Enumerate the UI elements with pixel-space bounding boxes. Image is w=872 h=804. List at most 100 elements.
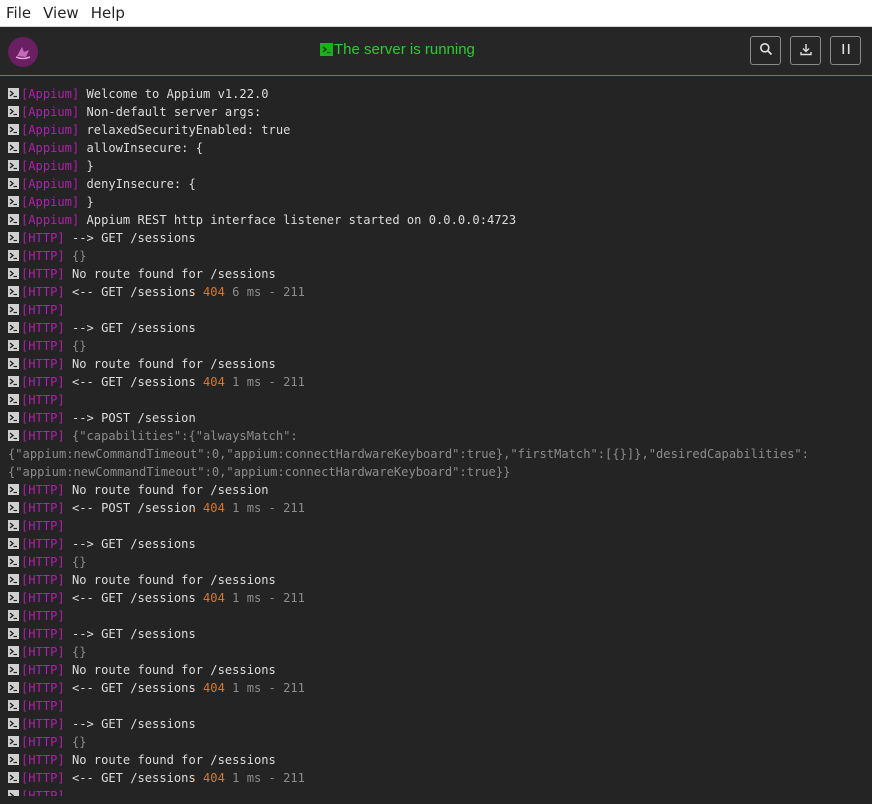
terminal-icon [8, 214, 19, 225]
log-line: [HTTP] [0, 697, 872, 715]
log-line: [HTTP] <-- GET /sessions 404 1 ms - 211 [0, 589, 872, 607]
log-tag: [HTTP] [21, 267, 65, 281]
terminal-icon [8, 610, 19, 621]
terminal-icon [8, 628, 19, 639]
menu-file[interactable]: File [0, 0, 37, 27]
terminal-icon [320, 43, 333, 56]
log-tag: [Appium] [21, 105, 80, 119]
log-message: No route found for /sessions [71, 267, 276, 281]
terminal-icon [8, 520, 19, 531]
terminal-icon [8, 538, 19, 549]
log-message: No route found for /session [71, 483, 269, 497]
log-tag: [HTTP] [21, 501, 65, 515]
log-message: --> GET /sessions [71, 231, 196, 245]
server-toolbar: The server is running [0, 27, 872, 76]
log-message: No route found for /sessions [71, 357, 276, 371]
log-message: --> GET /sessions [71, 537, 196, 551]
log-line: [HTTP] --> POST /session [0, 409, 872, 427]
search-logs-button[interactable] [750, 36, 781, 65]
terminal-icon [8, 754, 19, 765]
terminal-icon [8, 340, 19, 351]
log-line: [HTTP] [0, 517, 872, 535]
terminal-icon [8, 376, 19, 387]
server-status-text: The server is running [334, 41, 475, 58]
log-message: <-- GET /sessions [71, 285, 196, 299]
terminal-icon [8, 700, 19, 711]
log-tag: [HTTP] [21, 753, 65, 767]
log-line: [HTTP] No route found for /sessions [0, 355, 872, 373]
log-tag: [HTTP] [21, 717, 65, 731]
terminal-icon [8, 142, 19, 153]
log-message: <-- GET /sessions [71, 591, 196, 605]
http-status-code: 404 [203, 591, 225, 605]
log-tag: [HTTP] [21, 789, 65, 796]
log-line: [HTTP] <-- GET /sessions 404 1 ms - 211 [0, 679, 872, 697]
response-time: 1 ms - 211 [232, 501, 305, 515]
log-message: relaxedSecurityEnabled: true [86, 123, 291, 137]
log-message: No route found for /sessions [71, 573, 276, 587]
log-tag: [HTTP] [21, 429, 65, 443]
terminal-icon [8, 682, 19, 693]
log-message: --> GET /sessions [71, 321, 196, 335]
log-message: --> GET /sessions [71, 627, 196, 641]
log-line: [HTTP] {} [0, 553, 872, 571]
log-line: [HTTP] --> GET /sessions [0, 625, 872, 643]
menu-view[interactable]: View [37, 0, 85, 27]
log-line: [HTTP] No route found for /session [0, 481, 872, 499]
terminal-icon [8, 790, 19, 796]
log-message: No route found for /sessions [71, 753, 276, 767]
terminal-icon [8, 178, 19, 189]
log-line: [Appium] } [0, 157, 872, 175]
log-body: {"capabilities":{"alwaysMatch": [71, 429, 298, 443]
log-line: [HTTP] --> GET /sessions [0, 229, 872, 247]
pause-logs-button[interactable] [830, 36, 861, 65]
log-tag: [HTTP] [21, 771, 65, 785]
log-line: [HTTP] <-- GET /sessions 404 1 ms - 211 [0, 373, 872, 391]
http-status-code: 404 [203, 771, 225, 785]
log-tag: [HTTP] [21, 555, 65, 569]
log-tag: [HTTP] [21, 375, 65, 389]
terminal-icon [8, 232, 19, 243]
log-scrollbar[interactable] [868, 85, 872, 796]
menu-help[interactable]: Help [85, 0, 131, 27]
log-tag: [Appium] [21, 195, 80, 209]
log-line: [Appium] Non-default server args: [0, 103, 872, 121]
log-tag: [HTTP] [21, 699, 65, 713]
download-icon [799, 41, 813, 60]
terminal-icon [8, 412, 19, 423]
log-tag: [Appium] [21, 87, 80, 101]
log-message: Appium REST http interface listener star… [86, 213, 517, 227]
log-tag: [Appium] [21, 177, 80, 191]
log-tag: [HTTP] [21, 591, 65, 605]
log-line: [HTTP] {"capabilities":{"alwaysMatch": [0, 427, 872, 445]
log-line: [HTTP] --> GET /sessions [0, 319, 872, 337]
download-logs-button[interactable] [790, 36, 821, 65]
menu-bar: File View Help [0, 0, 872, 27]
terminal-icon [8, 322, 19, 333]
log-line: [HTTP] [0, 301, 872, 319]
log-line: [HTTP] {} [0, 337, 872, 355]
log-tag: [HTTP] [21, 339, 65, 353]
log-message: allowInsecure: { [86, 141, 204, 155]
log-line: [HTTP] [0, 787, 872, 796]
log-tag: [HTTP] [21, 519, 65, 533]
log-line: [HTTP] <-- GET /sessions 404 6 ms - 211 [0, 283, 872, 301]
log-line: [HTTP] {} [0, 733, 872, 751]
log-line: [Appium] denyInsecure: { [0, 175, 872, 193]
terminal-icon [8, 286, 19, 297]
log-tag: [HTTP] [21, 663, 65, 677]
terminal-icon [8, 106, 19, 117]
response-time: 6 ms - 211 [232, 285, 305, 299]
server-log[interactable]: [Appium] Welcome to Appium v1.22.0 [Appiu… [0, 85, 872, 796]
server-status: The server is running [320, 41, 475, 58]
log-message: Non-default server args: [86, 105, 262, 119]
terminal-icon [8, 88, 19, 99]
log-line: [HTTP] <-- GET /sessions 404 1 ms - 211 [0, 769, 872, 787]
log-tag: [HTTP] [21, 627, 65, 641]
terminal-icon [8, 556, 19, 567]
terminal-icon [8, 574, 19, 585]
log-tag: [HTTP] [21, 609, 65, 623]
log-continuation-text: {"appium:newCommandTimeout":0,"appium:co… [8, 465, 511, 479]
log-line: [HTTP] {} [0, 247, 872, 265]
terminal-icon [8, 664, 19, 675]
